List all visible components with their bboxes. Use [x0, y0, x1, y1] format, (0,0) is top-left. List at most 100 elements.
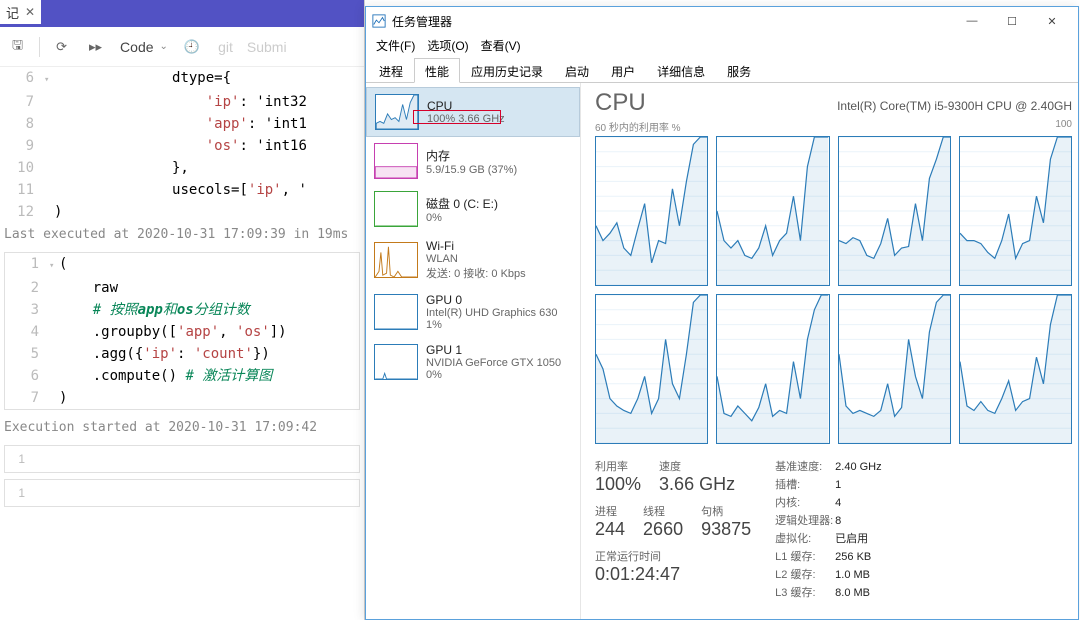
cpu-details: 基准速度:2.40 GHz插槽:1内核:4逻辑处理器:8虚拟化:已启用L1 缓存… [775, 458, 881, 602]
sidebar-item[interactable]: 磁盘 0 (C: E:) 0% [366, 185, 580, 233]
core-chart [716, 136, 829, 286]
separator [39, 37, 40, 57]
output-cell: 1 [4, 445, 360, 473]
minimize-button[interactable]: — [952, 7, 992, 35]
core-chart [838, 294, 951, 444]
core-chart [959, 136, 1072, 286]
notebook-tab[interactable]: 记 ✕ [0, 0, 41, 24]
sidebar-text: 磁盘 0 (C: E:) 0% [426, 195, 498, 224]
cell-type-select[interactable]: Code [118, 35, 155, 59]
close-icon[interactable]: ✕ [25, 5, 35, 19]
perf-tab[interactable]: 服务 [716, 58, 762, 83]
detail-row: L1 缓存:256 KB [775, 548, 881, 566]
uptime-value: 0:01:24:47 [595, 564, 751, 585]
sparkline [374, 143, 418, 179]
axis-left-label: 60 秒内的利用率 % [595, 119, 681, 134]
maximize-button[interactable]: ☐ [992, 7, 1032, 35]
execution-status-1: Last executed at 2020-10-31 17:09:39 in … [0, 223, 364, 246]
stat: 速度3.66 GHz [659, 458, 735, 495]
perf-tab[interactable]: 启动 [554, 58, 600, 83]
core-chart [595, 294, 708, 444]
code-line[interactable]: 11 usecols=['ip', ' [4, 179, 360, 201]
menu-item[interactable]: 选项(O) [423, 35, 472, 57]
output-cell-2: 1 [4, 479, 360, 507]
detail-row: L2 缓存:1.0 MB [775, 566, 881, 584]
core-chart [595, 136, 708, 286]
output-prompt: 1 [15, 452, 35, 466]
code-line[interactable]: 7 'ip': 'int32 [4, 91, 360, 113]
stat: 线程2660 [643, 503, 683, 540]
stat: 句柄93875 [701, 503, 751, 540]
detail-row: 逻辑处理器:8 [775, 512, 881, 530]
perf-tab[interactable]: 应用历史记录 [460, 58, 554, 83]
sidebar-text: GPU 1 NVIDIA GeForce GTX 1050 0% [426, 343, 561, 381]
sidebar-text: 内存 5.9/15.9 GB (37%) [426, 147, 517, 176]
perf-heading: CPU [595, 89, 646, 117]
output-prompt: 1 [15, 486, 35, 500]
code-line[interactable]: 6 .compute() # 激活计算图 [9, 365, 355, 387]
git-button[interactable]: git [216, 35, 235, 59]
save-icon[interactable]: 🖫 [6, 32, 29, 62]
perf-main: CPU Intel(R) Core(TM) i5-9300H CPU @ 2.4… [581, 83, 1078, 619]
sparkline [374, 242, 418, 278]
core-chart [959, 294, 1072, 444]
cell-type-label: Code [120, 39, 153, 55]
detail-row: 虚拟化:已启用 [775, 530, 881, 548]
sidebar-item[interactable]: CPU 100% 3.66 GHz [366, 87, 580, 137]
perf-tab[interactable]: 用户 [600, 58, 646, 83]
code-line[interactable]: 9 'os': 'int16 [4, 135, 360, 157]
code-line[interactable]: 8 'app': 'int1 [4, 113, 360, 135]
perf-tab[interactable]: 性能 [414, 58, 460, 83]
cpu-core-charts [595, 136, 1072, 444]
clock-icon[interactable]: 🕘 [178, 35, 206, 59]
submit-button[interactable]: Submi [245, 35, 289, 59]
code-cell-1[interactable]: 6▾ dtype={7 'ip': 'int328 'app': 'int19 … [0, 67, 364, 223]
stat: 进程244 [595, 503, 625, 540]
stat: 利用率100% [595, 458, 641, 495]
titlebar[interactable]: 任务管理器 — ☐ ✕ [366, 7, 1078, 35]
detail-row: 插槽:1 [775, 476, 881, 494]
notebook-panel: 记 ✕ 🖫 ⟳ ▸▸ Code ⌄ 🕘 git Submi 6▾ dtype={… [0, 0, 365, 620]
tab-strip: 进程性能应用历史记录启动用户详细信息服务 [366, 57, 1078, 83]
perf-tab[interactable]: 详细信息 [646, 58, 716, 83]
core-chart [838, 136, 951, 286]
sidebar-item[interactable]: Wi-Fi WLAN 发送: 0 接收: 0 Kbps [366, 233, 580, 287]
code-line[interactable]: 1▾( [9, 253, 355, 277]
chevron-down-icon[interactable]: ⌄ [160, 41, 168, 52]
sidebar-text: GPU 0 Intel(R) UHD Graphics 630 1% [426, 293, 557, 331]
close-button[interactable]: ✕ [1032, 7, 1072, 35]
core-chart [716, 294, 829, 444]
code-line[interactable]: 12) [4, 201, 360, 223]
sidebar-item[interactable]: 内存 5.9/15.9 GB (37%) [366, 137, 580, 185]
code-line[interactable]: 2 raw [9, 277, 355, 299]
execution-status-2: Execution started at 2020-10-31 17:09:42 [0, 416, 364, 439]
sidebar-item[interactable]: GPU 1 NVIDIA GeForce GTX 1050 0% [366, 337, 580, 387]
perf-tab[interactable]: 进程 [368, 58, 414, 83]
sidebar-text: Wi-Fi WLAN 发送: 0 接收: 0 Kbps [426, 239, 526, 281]
sidebar-item[interactable]: GPU 0 Intel(R) UHD Graphics 630 1% [366, 287, 580, 337]
code-line[interactable]: 10 }, [4, 157, 360, 179]
detail-row: 基准速度:2.40 GHz [775, 458, 881, 476]
cpu-model: Intel(R) Core(TM) i5-9300H CPU @ 2.40GH [837, 99, 1072, 113]
sparkline [374, 344, 418, 380]
code-line[interactable]: 3 # 按照app和os分组计数 [9, 299, 355, 321]
uptime-label: 正常运行时间 [595, 548, 751, 564]
restart-icon[interactable]: ⟳ [50, 35, 73, 59]
code-line[interactable]: 4 .groupby(['app', 'os']) [9, 321, 355, 343]
code-line[interactable]: 6▾ dtype={ [4, 67, 360, 91]
sparkline [374, 294, 418, 330]
detail-row: L3 缓存:8.0 MB [775, 584, 881, 602]
taskmgr-icon [372, 14, 386, 28]
code-line[interactable]: 5 .agg({'ip': 'count'}) [9, 343, 355, 365]
window-title: 任务管理器 [392, 13, 452, 30]
code-cell-2[interactable]: 1▾(2 raw3 # 按照app和os分组计数4 .groupby(['app… [4, 252, 360, 410]
menu-item[interactable]: 查看(V) [477, 35, 525, 57]
sidebar-text: CPU 100% 3.66 GHz [427, 99, 505, 125]
code-line[interactable]: 7) [9, 387, 355, 409]
menu-item[interactable]: 文件(F) [372, 35, 419, 57]
axis-right-label: 100 [1055, 119, 1072, 134]
notebook-toolbar: 🖫 ⟳ ▸▸ Code ⌄ 🕘 git Submi [0, 27, 364, 67]
notebook-titlebar: 记 ✕ [0, 0, 364, 27]
run-all-icon[interactable]: ▸▸ [83, 35, 108, 59]
sparkline [374, 191, 418, 227]
